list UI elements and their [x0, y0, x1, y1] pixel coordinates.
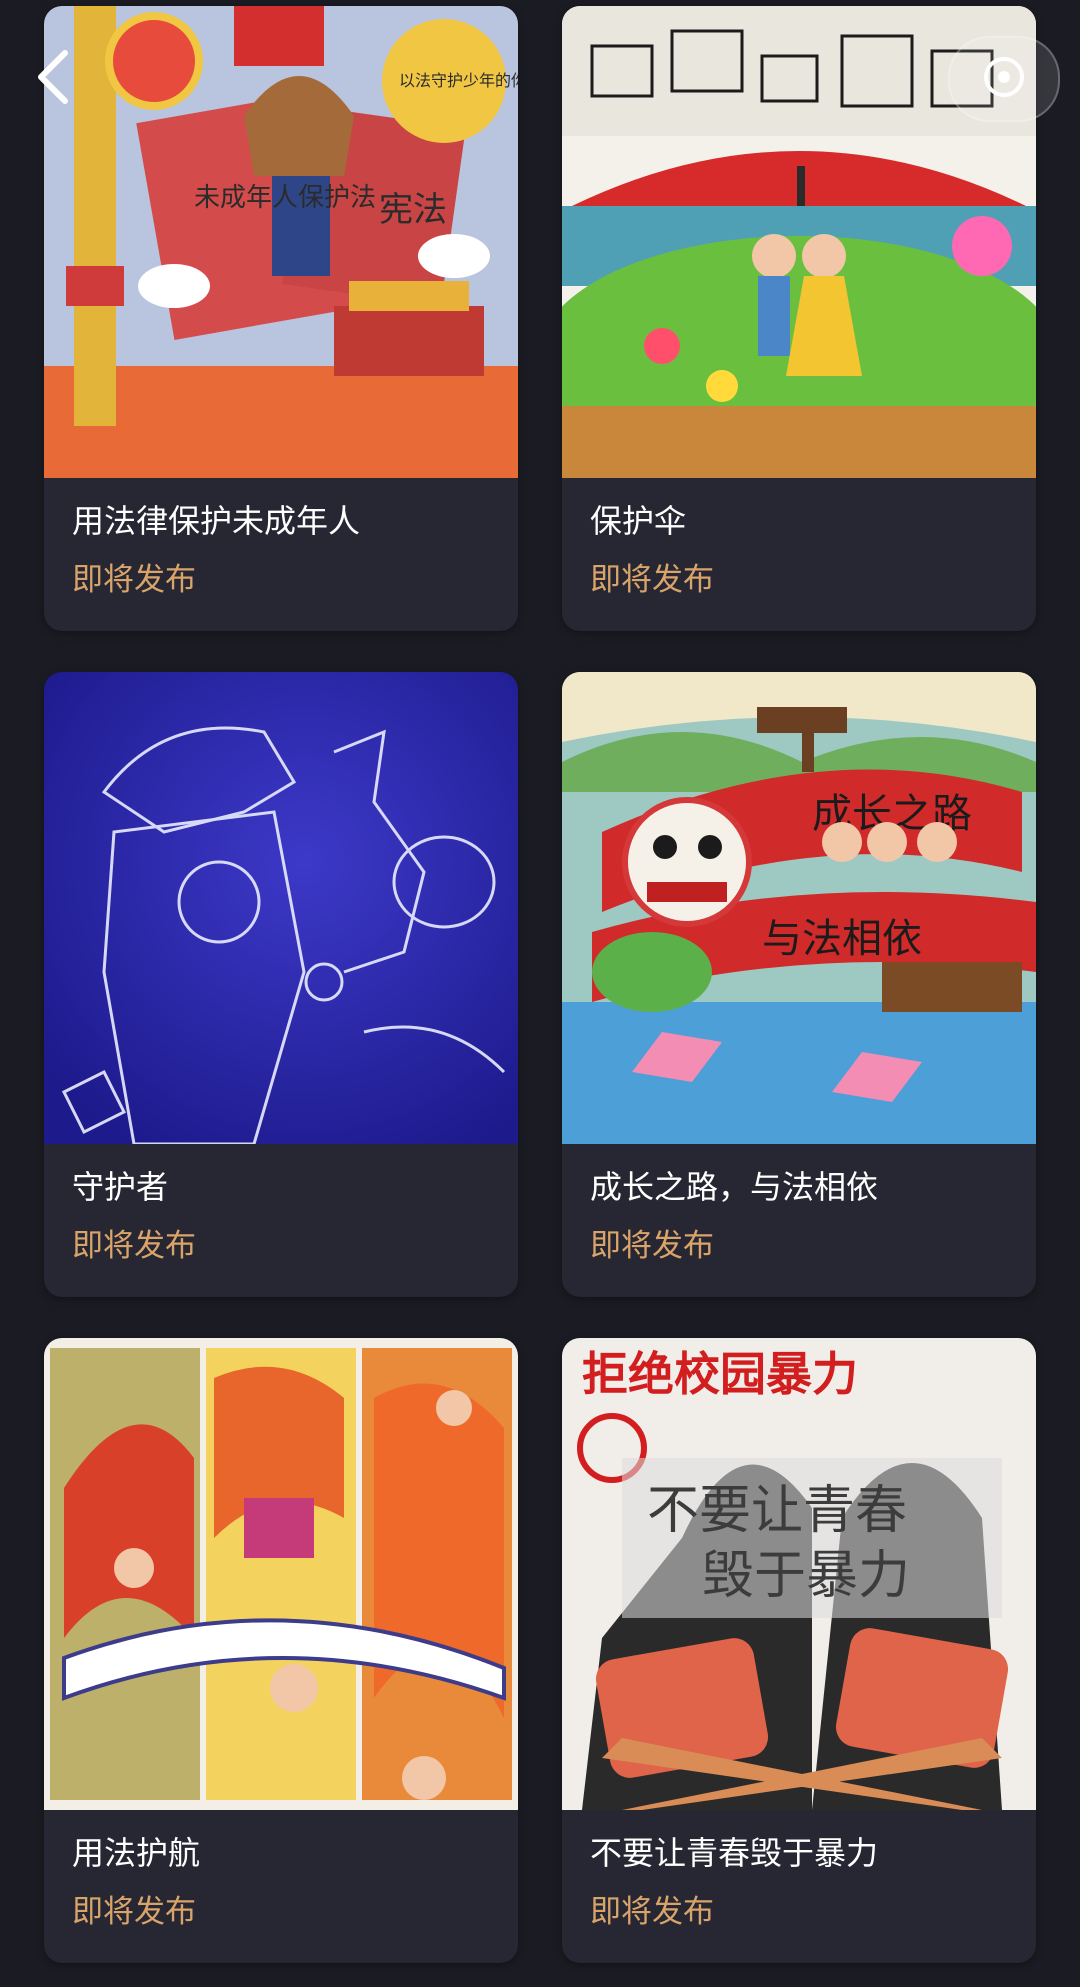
artwork-image: 拒绝校园暴力 不要让青春 毁于暴力	[562, 1338, 1036, 1810]
artwork-image: 成长之路 与法相依	[562, 672, 1036, 1144]
artwork-title: 用法护航	[72, 1834, 201, 1872]
artwork-slogan-text: 不要让青春	[647, 1481, 907, 1541]
artwork-card[interactable]: 用法护航 即将发布	[44, 1338, 518, 1963]
artwork-image	[44, 1338, 518, 1810]
circle-button-icon	[982, 55, 1026, 103]
release-status: 即将发布	[72, 1228, 196, 1264]
artwork-title: 守护者	[72, 1168, 169, 1206]
artwork-book-label: 宪法	[379, 190, 447, 230]
artwork-image	[44, 672, 518, 1144]
artwork-grid: 未成年人保护法 宪法 以法守护少年的你 用法律保护未成年人 即将发布 保护伞 即…	[0, 0, 1080, 1987]
back-button[interactable]	[28, 44, 78, 114]
artwork-banner-text: 与法相依	[762, 916, 922, 962]
artwork-book-label: 未成年人保护法	[194, 183, 376, 213]
artwork-image: 未成年人保护法 宪法 以法守护少年的你	[44, 6, 518, 478]
artwork-headline-text: 拒绝校园暴力	[582, 1347, 858, 1401]
artwork-card[interactable]: 守护者 即将发布	[44, 672, 518, 1297]
chevron-left-icon	[35, 49, 71, 109]
release-status: 即将发布	[590, 562, 714, 598]
artwork-slogan-text: 毁于暴力	[702, 1546, 910, 1606]
artwork-title: 保护伞	[590, 502, 687, 540]
artwork-card[interactable]: 未成年人保护法 宪法 以法守护少年的你 用法律保护未成年人 即将发布	[44, 6, 518, 631]
release-status: 即将发布	[72, 1894, 196, 1930]
artwork-title: 用法律保护未成年人	[72, 502, 361, 540]
artwork-title: 不要让青春毁于暴力	[590, 1834, 879, 1872]
artwork-card[interactable]: 拒绝校园暴力 不要让青春 毁于暴力 不要让青春毁于暴力 即将发布	[562, 1338, 1036, 1963]
release-status: 即将发布	[590, 1228, 714, 1264]
artwork-badge-text: 以法守护少年的你	[399, 71, 518, 90]
release-status: 即将发布	[72, 562, 196, 598]
artwork-title: 成长之路，与法相依	[590, 1168, 879, 1206]
release-status: 即将发布	[590, 1894, 714, 1930]
artwork-card[interactable]: 成长之路 与法相依 成长之路，与法相依 即将发布	[562, 672, 1036, 1297]
top-right-button[interactable]	[948, 36, 1060, 122]
